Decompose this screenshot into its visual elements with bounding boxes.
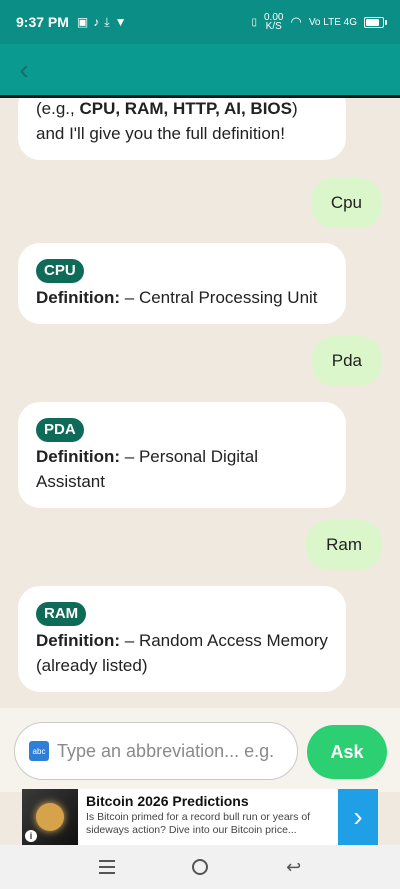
bot-message: RAM Definition: – Random Access Memory (… <box>18 586 346 692</box>
definition-label: Definition: <box>36 288 121 307</box>
definition-label: Definition: <box>36 447 121 466</box>
system-nav-bar: ↩ <box>0 845 400 889</box>
chevron-right-icon[interactable]: › <box>338 789 378 845</box>
ad-image[interactable]: i <box>22 789 78 845</box>
chevron-left-icon[interactable]: ‹ <box>8 54 40 86</box>
bot-message: PDA Definition: – Personal Digital Assis… <box>18 402 346 508</box>
ask-button[interactable]: Ask <box>307 725 387 779</box>
sim-card-icon: ▣ <box>76 14 89 29</box>
bitcoin-coin-icon <box>36 803 64 831</box>
bot-message: (e.g., CPU, RAM, HTTP, AI, BIOS) and I'l… <box>18 98 346 160</box>
app-bar: ‹ <box>0 44 400 98</box>
definition-label: Definition: <box>36 631 121 650</box>
abbreviation-tag: RAM <box>36 602 87 626</box>
recent-apps-icon[interactable] <box>98 860 115 874</box>
back-icon[interactable]: ↩ <box>286 857 301 878</box>
message-text: (e.g., <box>36 99 80 118</box>
download-done-icon: ⤓ <box>104 14 110 29</box>
message-text: Pda <box>331 351 362 370</box>
bot-message: CPU Definition: – Central Processing Uni… <box>18 243 346 324</box>
chat-area[interactable]: (e.g., CPU, RAM, HTTP, AI, BIOS) and I'l… <box>0 98 400 708</box>
data-speed: 0.00 K/S <box>264 13 283 32</box>
user-message: Pda <box>311 336 382 386</box>
vibrate-icon: ▯ <box>251 16 257 28</box>
abbreviation-input[interactable] <box>57 740 297 762</box>
ad-text[interactable]: Bitcoin 2026 Predictions Is Bitcoin prim… <box>78 789 338 845</box>
message-text: ) <box>292 99 298 118</box>
user-message: Ram <box>306 520 382 570</box>
ad-title[interactable]: Bitcoin 2026 Predictions <box>86 792 332 810</box>
data-speed-unit: K/S <box>265 21 282 32</box>
abbreviation-tag: CPU <box>36 259 84 283</box>
abc-icon: abc <box>29 741 49 761</box>
tiktok-icon: ♪ <box>93 14 100 29</box>
battery-icon <box>364 16 387 28</box>
ad-banner[interactable]: i Bitcoin 2026 Predictions Is Bitcoin pr… <box>22 789 378 845</box>
abbreviation-tag: PDA <box>36 418 84 442</box>
v-app-icon: ▼ <box>114 14 127 29</box>
abbreviation-input-wrapper[interactable]: abc <box>14 722 298 780</box>
network-type: Vo LTE 4G <box>308 16 357 28</box>
status-time: 9:37 PM <box>16 14 69 30</box>
ad-description: Is Bitcoin primed for a record bull run … <box>86 811 311 836</box>
message-text: and I'll give you the full definition! <box>36 124 285 143</box>
definition-text: – Central Processing Unit <box>120 288 318 307</box>
wifi-icon: ◠ <box>290 14 302 29</box>
status-bar: 9:37 PM ▣ ♪ ⤓ ▼ ▯ 0.00 K/S ◠ Vo LTE 4G <box>0 0 400 44</box>
message-text: Ram <box>326 535 362 554</box>
ad-info-icon[interactable]: i <box>25 830 37 842</box>
user-message: Cpu <box>310 178 382 228</box>
home-icon[interactable] <box>192 859 209 875</box>
message-bold-text: CPU, RAM, HTTP, AI, BIOS <box>79 99 292 118</box>
message-text: Cpu <box>330 193 362 212</box>
